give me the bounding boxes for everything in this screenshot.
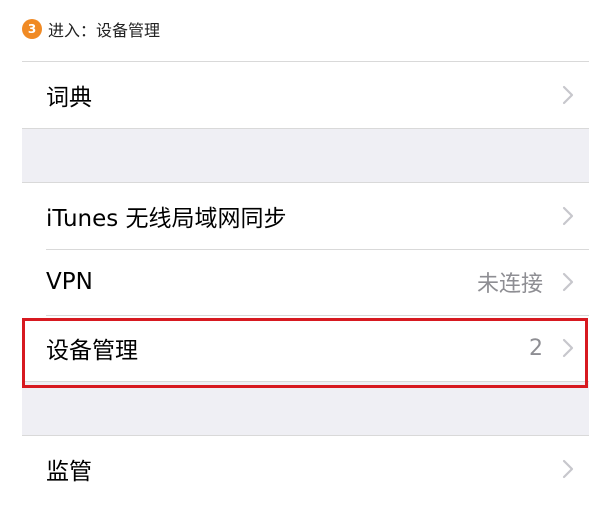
- vpn-status-value: 未连接: [476, 272, 543, 297]
- step-instruction: 进入：设备管理: [48, 21, 161, 40]
- chevron-right-icon: [557, 205, 579, 227]
- chevron-right-icon: [557, 271, 579, 293]
- section-spacer: [22, 129, 589, 182]
- chevron-right-icon: [557, 84, 579, 106]
- settings-list: 词典 iTunes 无线局域网同步 VPN 未连接 设备管理 2 监管: [22, 61, 589, 502]
- settings-row-itunes-wifi-sync[interactable]: iTunes 无线局域网同步: [22, 183, 589, 249]
- step-number-badge: 3: [22, 19, 42, 39]
- section-spacer: [22, 382, 589, 435]
- row-label: 监管: [46, 459, 92, 485]
- settings-row-dictionary[interactable]: 词典: [22, 62, 589, 128]
- row-label: VPN: [46, 269, 93, 295]
- step-header: 3 进入：设备管理: [22, 17, 160, 41]
- settings-row-vpn[interactable]: VPN 未连接: [22, 249, 589, 315]
- row-label: 词典: [46, 85, 92, 111]
- row-label: iTunes 无线局域网同步: [46, 206, 287, 232]
- settings-row-supervision[interactable]: 监管: [22, 436, 589, 502]
- chevron-right-icon: [557, 458, 579, 480]
- highlight-box-device-management: [22, 318, 588, 388]
